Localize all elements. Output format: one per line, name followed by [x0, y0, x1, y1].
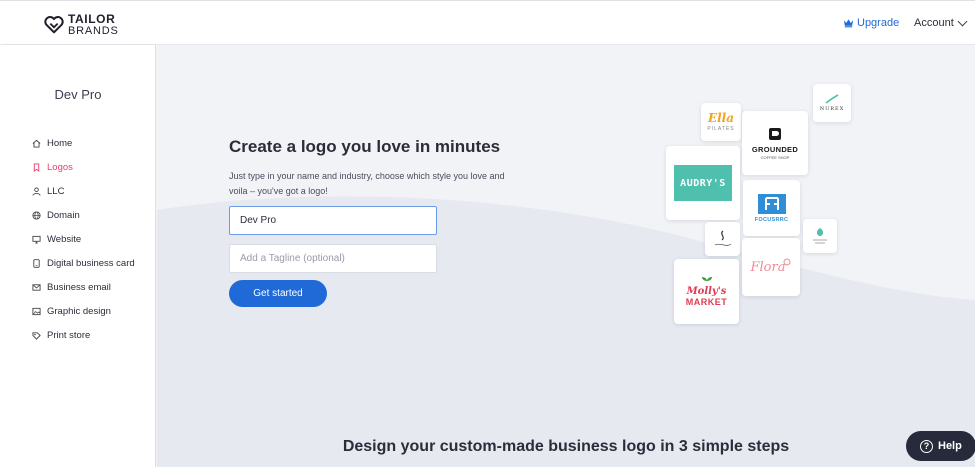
logo-card-ella: Ella PILATES — [701, 103, 741, 141]
feather-icon — [825, 94, 839, 104]
logo-card-audrys: AUDRY'S — [666, 146, 740, 220]
top-bar: TAILOR BRANDS Upgrade Account — [0, 0, 975, 45]
flora-logo-text: Flora — [750, 259, 786, 275]
globe-icon — [32, 210, 41, 220]
monitor-icon — [32, 235, 41, 244]
logo-card-nurex: NUREX — [813, 84, 851, 122]
sidebar-item-llc[interactable]: LLC — [32, 179, 135, 203]
sidebar-item-label: Business email — [47, 281, 111, 293]
flower-icon — [783, 258, 791, 266]
logo-card-small-teal — [803, 219, 837, 253]
account-menu[interactable]: Account — [914, 16, 968, 29]
sidebar-item-label: Graphic design — [47, 305, 111, 317]
sidebar-item-label: LLC — [47, 185, 65, 197]
sidebar-item-logos[interactable]: Logos — [32, 155, 135, 179]
grounded-logo-sub: COFFEE SHOP — [760, 154, 790, 160]
logo-card-mollys: Molly's MARKET — [674, 259, 739, 324]
main-content: Create a logo you love in minutes Just t… — [157, 45, 975, 467]
upgrade-link[interactable]: Upgrade — [843, 17, 899, 29]
grounded-logo-text: GROUNDED — [751, 144, 799, 154]
sidebar-item-label: Domain — [47, 209, 80, 221]
market-logo-text: MARKET — [685, 296, 728, 307]
mollys-logo-text: Molly's — [686, 285, 727, 297]
get-started-button[interactable]: Get started — [229, 280, 327, 307]
account-label: Account — [914, 17, 954, 29]
hero-title: Create a logo you love in minutes — [229, 137, 501, 156]
sidebar-item-label: Website — [47, 233, 82, 245]
image-icon — [32, 307, 41, 315]
steps-section-title: Design your custom-made business logo in… — [342, 438, 790, 455]
logo-card-focus: FOCUSRRC — [743, 180, 800, 236]
upgrade-label: Upgrade — [857, 17, 900, 29]
logo-card-flora: Flora — [742, 238, 800, 296]
coffee-cup-icon — [769, 127, 781, 140]
mail-icon — [32, 283, 41, 291]
sidebar-item-print-store[interactable]: Print store — [32, 323, 135, 347]
sidebar-item-website[interactable]: Website — [32, 227, 135, 251]
sprout-icon — [701, 276, 712, 286]
hero-subtitle: Just type in your name and industry, cho… — [229, 171, 505, 196]
ella-logo-text: Ella — [707, 111, 735, 125]
swirl-logo-icon — [714, 230, 731, 246]
chevron-down-icon — [957, 16, 968, 26]
sidebar: Dev Pro Home Logos LLC Domain Website Di… — [0, 45, 156, 467]
help-label: Help — [938, 440, 962, 452]
brand-name-line1: TAILOR — [68, 12, 116, 26]
card-icon — [33, 258, 40, 268]
sidebar-item-label: Print store — [47, 329, 91, 341]
sidebar-item-label: Digital business card — [47, 257, 135, 269]
bookmark-icon — [33, 162, 40, 172]
ella-logo-sub: PILATES — [707, 126, 735, 132]
logo-card-grounded: GROUNDED COFFEE SHOP — [742, 111, 808, 175]
home-icon — [32, 139, 41, 148]
question-icon: ? — [920, 439, 933, 453]
nurex-logo-text: NUREX — [819, 106, 845, 112]
brand-name-line2: BRANDS — [68, 25, 119, 37]
leaf-logo-icon — [813, 228, 827, 244]
logo-card-swirl — [705, 222, 740, 256]
audrys-logo-text: AUDRY'S — [680, 177, 726, 189]
focus-mark-icon — [757, 193, 786, 214]
tag-icon — [32, 331, 41, 340]
sidebar-item-graphic-design[interactable]: Graphic design — [32, 299, 135, 323]
business-name-input[interactable]: Dev Pro — [229, 206, 437, 235]
tailor-brands-logo[interactable]: TAILOR BRANDS — [43, 12, 119, 37]
sidebar-nav: Home Logos LLC Domain Website Digital bu… — [32, 131, 135, 347]
tagline-input[interactable]: Add a Tagline (optional) — [229, 244, 437, 273]
heart-logo-icon — [44, 16, 64, 34]
business-name: Dev Pro — [54, 87, 102, 102]
help-button[interactable]: ? Help — [906, 431, 975, 461]
sidebar-item-digital-business-card[interactable]: Digital business card — [32, 251, 135, 275]
sidebar-item-label: Logos — [47, 161, 73, 173]
focus-logo-text: FOCUSRRC — [754, 216, 789, 223]
sidebar-item-domain[interactable]: Domain — [32, 203, 135, 227]
sidebar-item-home[interactable]: Home — [32, 131, 135, 155]
sidebar-item-label: Home — [47, 137, 73, 149]
crown-icon — [843, 19, 854, 28]
sidebar-item-business-email[interactable]: Business email — [32, 275, 135, 299]
users-icon — [32, 186, 41, 196]
